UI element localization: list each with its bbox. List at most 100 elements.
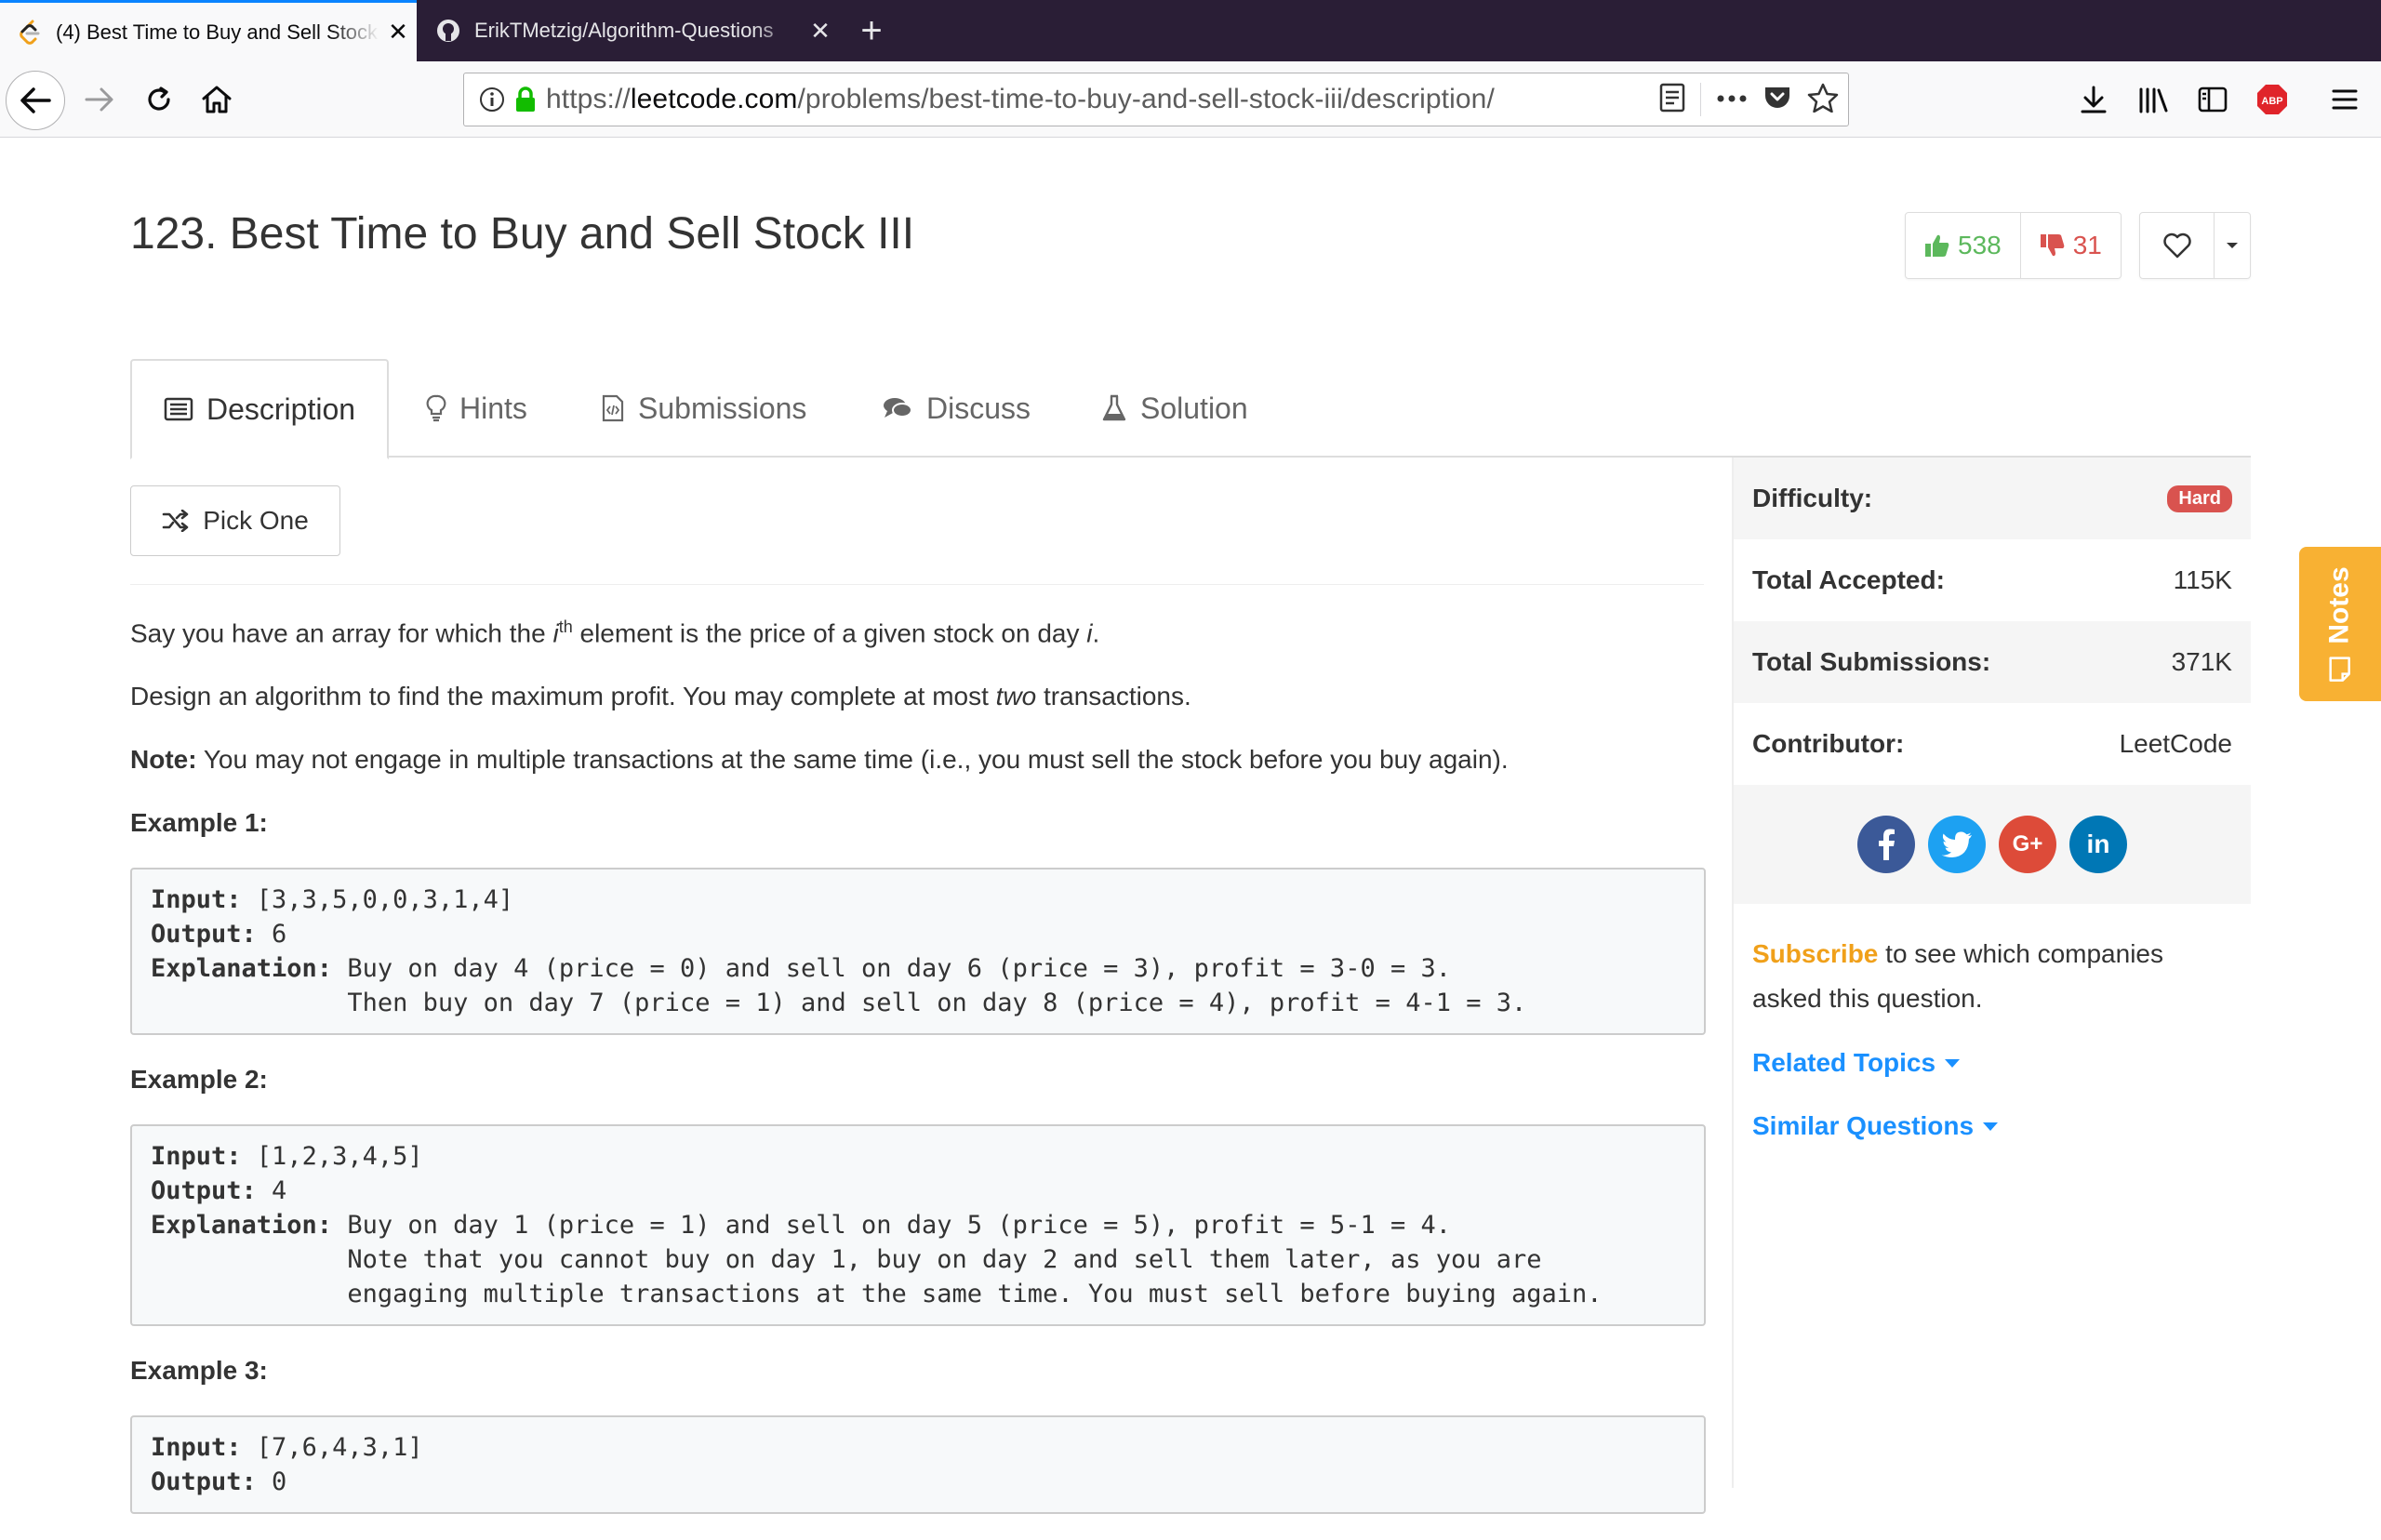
- output-value: 6: [256, 920, 287, 949]
- close-tab-icon[interactable]: ✕: [802, 17, 839, 46]
- subscribe-link[interactable]: Subscribe: [1752, 939, 1878, 968]
- download-icon: [2081, 86, 2107, 113]
- dislike-button[interactable]: 31: [2021, 213, 2121, 278]
- output-label: Output:: [151, 1176, 257, 1206]
- back-button[interactable]: [6, 71, 65, 130]
- close-tab-icon[interactable]: ✕: [379, 18, 417, 46]
- like-count: 538: [1958, 231, 2002, 259]
- explanation-label: Explanation:: [151, 954, 333, 984]
- related-topics-label: Related Topics: [1752, 1048, 1936, 1077]
- info-icon[interactable]: [479, 86, 505, 113]
- address-bar[interactable]: https://leetcode.com/problems/best-time-…: [463, 73, 1849, 126]
- caret-down-icon: [1945, 1058, 1961, 1068]
- like-button[interactable]: 538: [1906, 213, 2021, 278]
- new-tab-button[interactable]: +: [848, 7, 895, 54]
- contributor-value: LeetCode: [2119, 729, 2232, 758]
- sidebar-toggle-button[interactable]: [2189, 76, 2236, 123]
- shuffle-icon: [162, 510, 190, 532]
- browser-tab-strip: (4) Best Time to Buy and Sell Stock ✕ Er…: [0, 0, 2381, 61]
- thumbs-up-icon: [1925, 234, 1949, 257]
- tab-label: Description: [206, 392, 356, 426]
- tab-description[interactable]: Description: [130, 359, 389, 459]
- pocket-icon[interactable]: [1762, 84, 1792, 116]
- tab-label: Discuss: [926, 391, 1031, 425]
- text: two: [995, 682, 1037, 711]
- google-plus-icon[interactable]: G+: [1999, 816, 2056, 873]
- flask-icon: [1101, 394, 1127, 422]
- page-actions-icon[interactable]: [1716, 91, 1748, 108]
- similar-questions-toggle[interactable]: Similar Questions: [1734, 1105, 2251, 1148]
- divider: [1700, 83, 1701, 116]
- output-value: 4: [256, 1176, 287, 1206]
- url-text: https://leetcode.com/problems/best-time-…: [546, 84, 1495, 115]
- pick-one-button[interactable]: Pick One: [130, 485, 340, 556]
- favorite-button[interactable]: [2140, 213, 2215, 278]
- adblock-plus-button[interactable]: ABP: [2249, 76, 2295, 123]
- favorite-dropdown-button[interactable]: [2215, 213, 2250, 278]
- input-label: Input:: [151, 885, 242, 915]
- linkedin-icon[interactable]: in: [2069, 816, 2127, 873]
- reader-view-icon[interactable]: [1659, 83, 1685, 117]
- bookmark-star-icon[interactable]: [1807, 83, 1839, 117]
- browser-toolbar: https://leetcode.com/problems/best-time-…: [0, 61, 2381, 138]
- submissions-value: 371K: [2171, 647, 2232, 676]
- tab-solution[interactable]: Solution: [1101, 359, 1248, 458]
- example-code-block: Input: [3,3,5,0,0,3,1,4] Output: 6 Expla…: [130, 868, 1706, 1036]
- svg-text:ABP: ABP: [2261, 96, 2282, 107]
- difficulty-row: Difficulty: Hard: [1734, 458, 2251, 539]
- example-heading: Example 3:: [130, 1356, 268, 1386]
- heart-icon: [2162, 232, 2191, 259]
- problem-info-sidebar: Difficulty: Hard Total Accepted: 115K To…: [1732, 458, 2251, 1488]
- problem-description: Say you have an array for which the ith …: [130, 608, 1706, 1540]
- explanation-line: Note that you cannot buy on day 1, buy o…: [151, 1245, 1542, 1275]
- accepted-label: Total Accepted:: [1752, 565, 1945, 594]
- thumbs-down-icon: [2040, 234, 2065, 257]
- twitter-icon[interactable]: [1928, 816, 1986, 873]
- tab-hints[interactable]: Hints: [426, 359, 527, 458]
- forward-button[interactable]: [76, 76, 123, 123]
- browser-tab-github[interactable]: ErikTMetzig/Algorithm-Questions ✕: [419, 0, 839, 61]
- note-paragraph: Note: You may not engage in multiple tra…: [130, 741, 1706, 778]
- related-topics-toggle[interactable]: Related Topics: [1734, 1042, 2251, 1084]
- leetcode-page: 123. Best Time to Buy and Sell Stock III…: [0, 138, 2381, 1515]
- facebook-icon[interactable]: [1857, 816, 1915, 873]
- lightbulb-icon: [426, 394, 446, 422]
- lock-icon[interactable]: [514, 86, 537, 113]
- pick-one-label: Pick One: [203, 506, 309, 535]
- text: .: [1092, 618, 1100, 648]
- difficulty-badge: Hard: [2167, 485, 2232, 512]
- browser-tab-leetcode[interactable]: (4) Best Time to Buy and Sell Stock ✕: [0, 0, 417, 61]
- menu-button[interactable]: [2321, 76, 2368, 123]
- similar-questions-label: Similar Questions: [1752, 1111, 1975, 1140]
- arrow-left-icon: [20, 87, 51, 113]
- notes-tab[interactable]: Notes: [2299, 547, 2381, 701]
- text: Design an algorithm to find the maximum …: [130, 682, 996, 711]
- reload-button[interactable]: [136, 76, 182, 123]
- explanation-line: Then buy on day 7 (price = 1) and sell o…: [151, 989, 1527, 1018]
- contributor-row: Contributor: LeetCode: [1734, 703, 2251, 785]
- home-icon: [202, 86, 232, 113]
- tab-submissions[interactable]: Submissions: [601, 359, 806, 458]
- reload-icon: [148, 86, 170, 111]
- downloads-button[interactable]: [2070, 76, 2117, 123]
- contributor-label: Contributor:: [1752, 729, 1905, 758]
- submissions-row: Total Submissions: 371K: [1734, 621, 2251, 703]
- explanation-label: Explanation:: [151, 1211, 333, 1241]
- list-alt-icon: [164, 397, 193, 421]
- difficulty-label: Difficulty:: [1752, 484, 1873, 512]
- tab-discuss[interactable]: Discuss: [882, 359, 1031, 458]
- social-share-bar: G+ in: [1734, 785, 2251, 904]
- library-button[interactable]: [2130, 76, 2176, 123]
- comments-icon: [882, 395, 913, 421]
- hamburger-menu-icon: [2332, 89, 2358, 110]
- submissions-label: Total Submissions:: [1752, 647, 1991, 676]
- explanation-line: Buy on day 4 (price = 0) and sell on day…: [332, 954, 1451, 984]
- github-favicon-icon: [435, 18, 461, 44]
- browser-tab-title: (4) Best Time to Buy and Sell Stock: [56, 20, 379, 44]
- input-label: Input:: [151, 1433, 242, 1463]
- dislike-count: 31: [2072, 231, 2102, 259]
- text: Say you have an array for which the: [130, 618, 553, 648]
- input-value: [7,6,4,3,1]: [241, 1433, 423, 1463]
- text: transactions.: [1036, 682, 1191, 711]
- home-button[interactable]: [193, 76, 240, 123]
